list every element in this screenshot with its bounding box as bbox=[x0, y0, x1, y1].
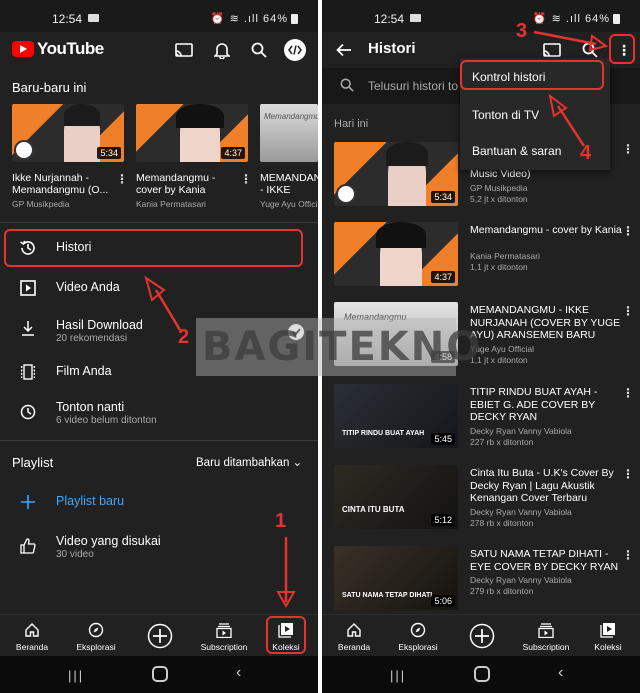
watermark: BAGITEKNO bbox=[196, 318, 480, 376]
